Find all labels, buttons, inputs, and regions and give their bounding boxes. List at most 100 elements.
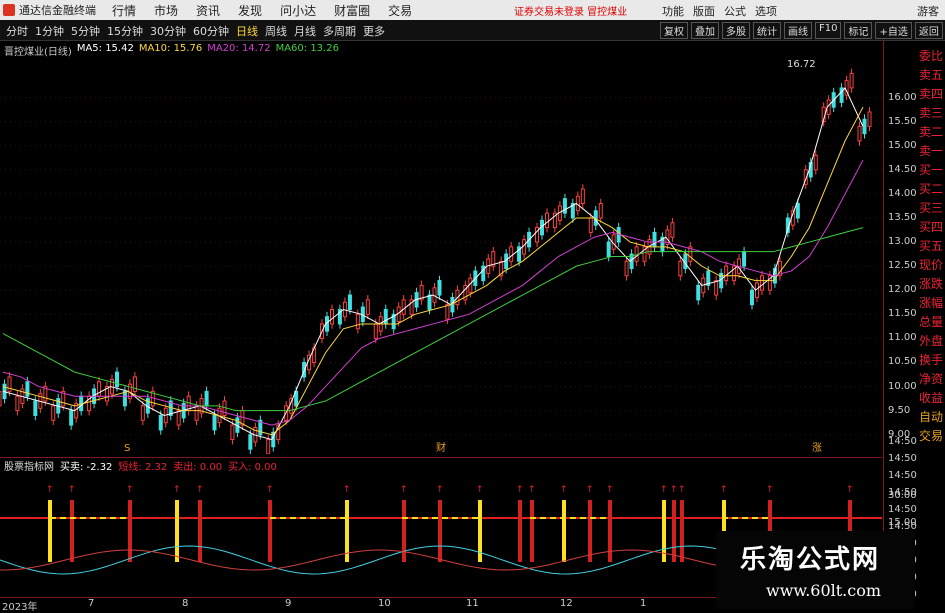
candle-body (52, 406, 55, 420)
price-tick: 10.00 (888, 381, 917, 392)
price-tick: 15.50 (888, 116, 917, 127)
time-tick: 14:50 (888, 470, 917, 481)
ma5-label: MA5: 15.42 (77, 43, 134, 58)
price-tick: 12.50 (888, 260, 917, 271)
candle-body (446, 305, 449, 319)
quote-label-2: 卖四 (919, 85, 943, 102)
signal-arrow-icon: ↑ (766, 485, 774, 495)
tool-button-3[interactable]: 统计 (753, 22, 781, 39)
period-tab-2[interactable]: 5分钟 (71, 23, 100, 39)
right-menu-item-1[interactable]: 版面 (693, 3, 715, 19)
quote-label-4: 卖二 (919, 123, 943, 140)
event-marker-s[interactable]: S (124, 443, 130, 454)
candle-body (8, 377, 11, 391)
tool-button-5[interactable]: F10 (815, 22, 841, 39)
candle-body (123, 391, 126, 405)
quote-label-11: 现价 (919, 256, 943, 273)
signal-arrow-icon: ↑ (173, 485, 181, 495)
candle-body (761, 276, 764, 290)
right-menu-item-0[interactable]: 功能 (662, 3, 684, 19)
candle-body (331, 309, 334, 323)
candle-body (356, 314, 359, 328)
menu-item-6[interactable]: 交易 (379, 2, 421, 19)
period-tab-8[interactable]: 月线 (294, 23, 316, 39)
candle-body (116, 372, 119, 386)
high-price-label: 16.72 (787, 59, 816, 70)
signal-arrow-icon: ↑ (46, 485, 54, 495)
period-tab-10[interactable]: 更多 (363, 23, 385, 39)
candle-body (231, 425, 234, 439)
date-label: 2023年 (2, 598, 37, 613)
menu-item-0[interactable]: 行情 (103, 2, 145, 19)
signal-arrow-icon: ↑ (196, 485, 204, 495)
ma60-label: MA60: 13.26 (276, 43, 339, 58)
quote-label-0: 委比 (919, 47, 943, 64)
watermark: 乐淘公式网 www.60lt.com (716, 531, 915, 609)
event-marker-cai[interactable]: 财 (436, 441, 446, 454)
signal-arrow-icon: ↑ (126, 485, 134, 495)
quote-label-19: 自动 (919, 408, 943, 425)
login-notice[interactable]: 证券交易未登录 冒控煤业 (514, 3, 627, 18)
signal-arrow-icon: ↑ (560, 485, 568, 495)
signal-arrow-icon: ↑ (400, 485, 408, 495)
quote-label-9: 买四 (919, 218, 943, 235)
date-label: 10 (378, 598, 391, 609)
period-tab-5[interactable]: 60分钟 (193, 23, 229, 39)
date-label: 11 (466, 598, 479, 609)
tool-button-4[interactable]: 画线 (784, 22, 812, 39)
quote-label-17: 净资 (919, 370, 943, 387)
tool-button-7[interactable]: +自选 (875, 22, 911, 39)
quote-label-14: 总量 (919, 313, 943, 330)
period-tab-7[interactable]: 周线 (265, 23, 287, 39)
menu-item-3[interactable]: 发现 (229, 2, 271, 19)
ma20-label: MA20: 14.72 (207, 43, 270, 58)
ma-line-ma60 (3, 228, 863, 411)
period-tab-0[interactable]: 分时 (6, 23, 28, 39)
period-tab-9[interactable]: 多周期 (323, 23, 356, 39)
candle-body (374, 324, 377, 338)
period-tab-4[interactable]: 30分钟 (150, 23, 186, 39)
quote-label-18: 收益 (919, 389, 943, 406)
candle-body (366, 300, 369, 314)
candle-body (70, 411, 73, 425)
tool-button-0[interactable]: 复权 (660, 22, 688, 39)
candle-body (671, 223, 674, 237)
price-tick: 13.50 (888, 212, 917, 223)
candle-body (607, 242, 610, 256)
candlestick-chart[interactable]: 16.728.61财涨S (0, 41, 882, 454)
candle-body (384, 309, 387, 323)
candle-body (679, 261, 682, 275)
tool-button-8[interactable]: 返回 (915, 22, 943, 39)
candle-body (16, 396, 19, 410)
candle-body (625, 261, 628, 275)
event-marker-zhang[interactable]: 涨 (812, 442, 822, 454)
period-tab-3[interactable]: 15分钟 (107, 23, 143, 39)
candle-body (863, 119, 866, 133)
signal-arrow-icon: ↑ (436, 485, 444, 495)
guest-label[interactable]: 游客 (917, 3, 939, 19)
signal-bar (48, 500, 52, 562)
period-tab-6[interactable]: 日线 (236, 23, 258, 39)
quote-label-6: 买一 (919, 161, 943, 178)
tool-button-6[interactable]: 标记 (844, 22, 872, 39)
menu-item-2[interactable]: 资讯 (187, 2, 229, 19)
tool-button-2[interactable]: 多股 (722, 22, 750, 39)
app-logo: 通达信金融终端 (0, 2, 103, 18)
signal-bar (198, 500, 202, 562)
candle-body (751, 290, 754, 304)
date-label: 7 (88, 598, 94, 609)
time-tick: 14:50 (888, 453, 917, 464)
menu-item-4[interactable]: 问小达 (271, 2, 325, 19)
quote-panel: 委比卖五卖四卖三卖二卖一买一买二买三买四买五现价涨跌涨幅总量外盘换手净资收益自动… (918, 41, 945, 609)
right-menu-item-2[interactable]: 公式 (724, 3, 746, 19)
candle-body (98, 382, 101, 396)
menu-item-1[interactable]: 市场 (145, 2, 187, 19)
candle-body (141, 406, 144, 420)
right-menu-item-3[interactable]: 选项 (755, 3, 777, 19)
candle-body (546, 213, 549, 227)
date-label: 9 (285, 598, 291, 609)
tool-button-1[interactable]: 叠加 (691, 22, 719, 39)
menu-item-5[interactable]: 财富圈 (325, 2, 379, 19)
price-tick: 9.50 (888, 405, 910, 416)
period-tab-1[interactable]: 1分钟 (35, 23, 64, 39)
